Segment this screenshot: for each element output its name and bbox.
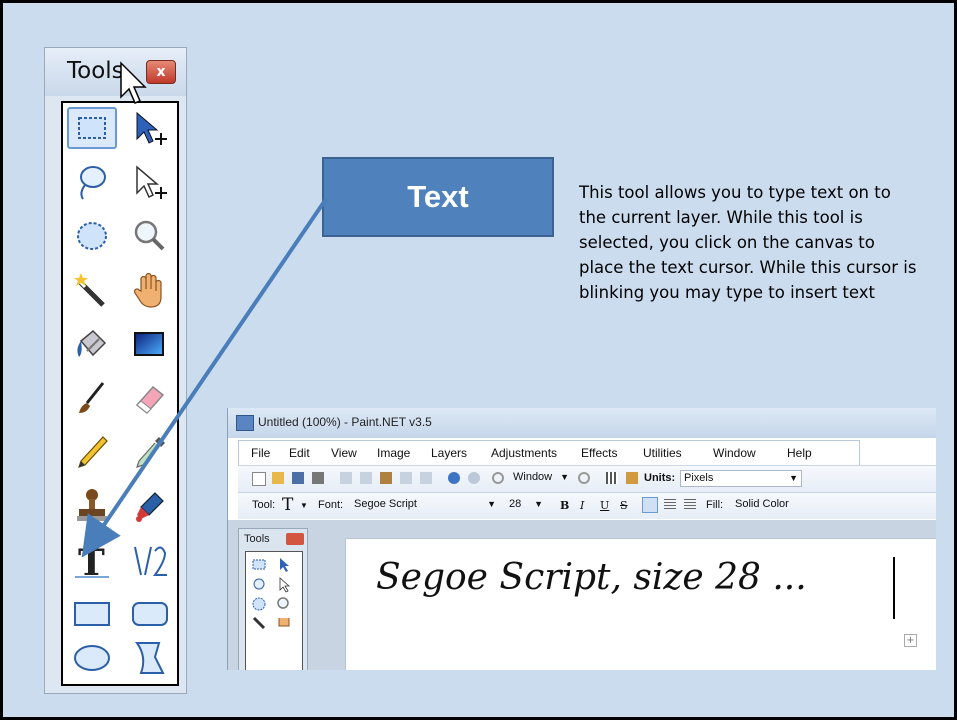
slide-frame: Tools x T Text This tool allows you to t… bbox=[3, 3, 954, 717]
slide: Tools x T Text This tool allows you to t… bbox=[0, 0, 957, 720]
pointer-arrow bbox=[81, 197, 328, 558]
